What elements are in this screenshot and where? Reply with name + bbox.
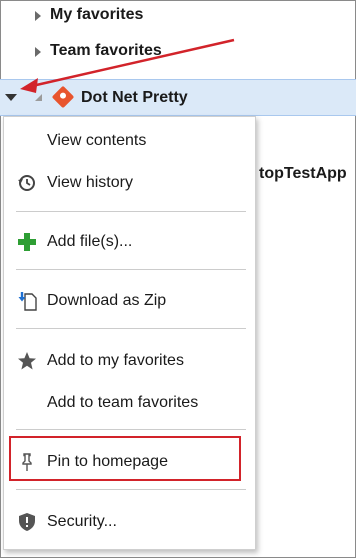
tree-item-partial-label[interactable]: topTestApp bbox=[259, 165, 347, 183]
menu-item-label: View contents bbox=[47, 132, 147, 149]
context-menu-toggle-icon[interactable] bbox=[5, 94, 17, 101]
pin-highlight-callout bbox=[9, 436, 241, 481]
menu-item-label: Download as Zip bbox=[47, 292, 167, 309]
expanded-caret-icon[interactable] bbox=[35, 94, 42, 101]
menu-item-label: Add file(s)... bbox=[47, 233, 133, 250]
menu-item-add-team-favorites[interactable]: Add to team favorites bbox=[4, 385, 257, 421]
tree-item-team-favorites[interactable]: Team favorites bbox=[0, 35, 356, 69]
shield-icon bbox=[17, 512, 37, 532]
menu-separator bbox=[16, 211, 246, 212]
menu-item-view-history[interactable]: View history bbox=[4, 165, 257, 201]
menu-item-label: Security... bbox=[47, 513, 117, 530]
menu-separator bbox=[16, 328, 246, 329]
context-menu: View contents View history Add file(s)..… bbox=[3, 116, 256, 550]
tree-item-label: Team favorites bbox=[50, 42, 162, 59]
menu-item-view-contents[interactable]: View contents bbox=[4, 123, 257, 159]
menu-item-label: Add to team favorites bbox=[47, 394, 199, 411]
git-repo-icon bbox=[51, 85, 75, 109]
menu-separator bbox=[16, 489, 246, 490]
star-icon bbox=[17, 351, 37, 371]
history-icon bbox=[17, 173, 37, 193]
tree-item-repo-selected[interactable]: Dot Net Pretty bbox=[0, 79, 356, 116]
tree-item-my-favorites[interactable]: My favorites bbox=[0, 0, 356, 34]
menu-separator bbox=[16, 269, 246, 270]
tree-item-label: My favorites bbox=[50, 6, 144, 23]
menu-item-label: View history bbox=[47, 174, 133, 191]
expand-caret-icon[interactable] bbox=[35, 11, 41, 21]
repo-name: Dot Net Pretty bbox=[81, 89, 188, 106]
expand-caret-icon[interactable] bbox=[35, 47, 41, 57]
menu-separator bbox=[16, 429, 246, 430]
menu-item-add-files[interactable]: Add file(s)... bbox=[4, 224, 257, 260]
menu-item-security[interactable]: Security... bbox=[4, 504, 257, 540]
plus-icon bbox=[17, 232, 37, 252]
download-zip-icon bbox=[17, 291, 37, 311]
menu-item-label: Add to my favorites bbox=[47, 352, 184, 369]
menu-item-add-my-favorites[interactable]: Add to my favorites bbox=[4, 343, 257, 379]
menu-item-download-zip[interactable]: Download as Zip bbox=[4, 283, 257, 319]
